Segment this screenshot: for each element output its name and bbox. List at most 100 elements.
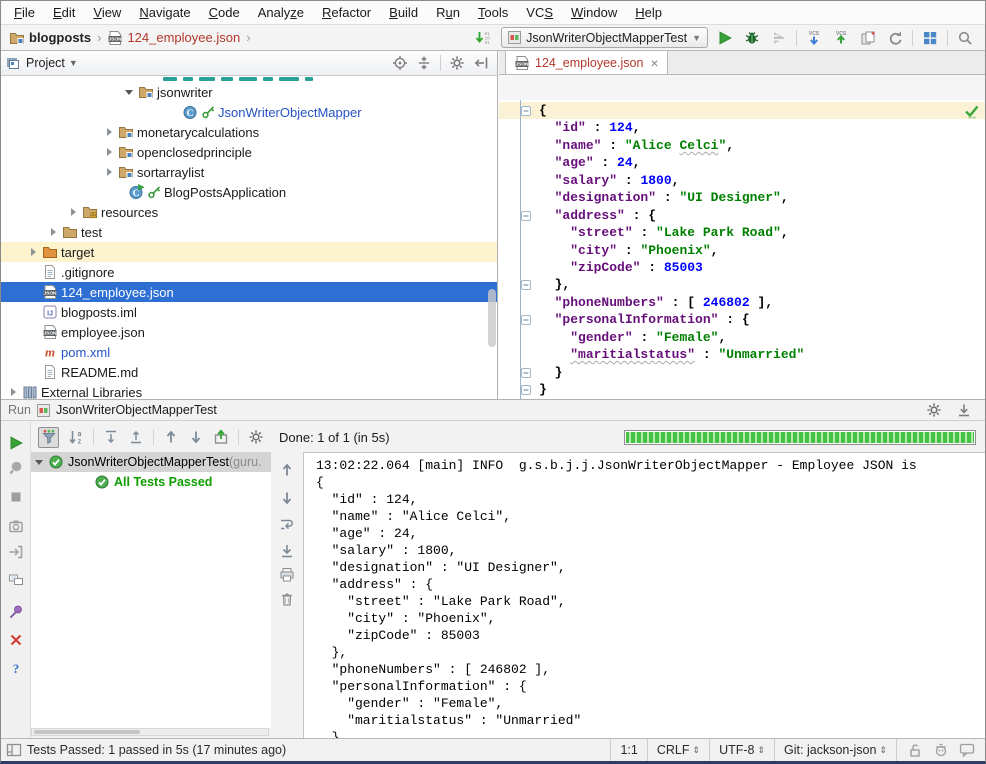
rerun-tests-button[interactable] bbox=[8, 435, 24, 451]
run-config-select[interactable]: JsonWriterObjectMapperTest ▼ bbox=[501, 27, 708, 48]
scroll-to-end-button[interactable] bbox=[279, 543, 295, 559]
locate-file-button[interactable] bbox=[392, 55, 408, 71]
git-branch-select[interactable]: Git: jackson-json⇕ bbox=[774, 739, 896, 761]
hide-panel-button[interactable] bbox=[956, 402, 972, 418]
menu-help[interactable]: Help bbox=[626, 1, 671, 24]
thread-dump-button[interactable] bbox=[8, 518, 24, 534]
code-line: "age" : 24, bbox=[499, 154, 985, 171]
tree-row-jsonwriter[interactable]: jsonwriter bbox=[1, 82, 497, 102]
print-button[interactable] bbox=[279, 567, 295, 583]
tree-row-external-libraries[interactable]: External Libraries bbox=[1, 382, 497, 399]
project-panel-header[interactable]: Project ▼ bbox=[1, 51, 497, 76]
fold-marker-icon[interactable] bbox=[521, 368, 531, 378]
expand-all-button[interactable] bbox=[103, 429, 119, 445]
menu-edit[interactable]: Edit bbox=[44, 1, 84, 24]
console-layout-button[interactable] bbox=[8, 572, 24, 588]
close-icon[interactable]: × bbox=[650, 57, 658, 69]
collapse-all-button[interactable] bbox=[416, 55, 432, 71]
menu-refactor[interactable]: Refactor bbox=[313, 1, 380, 24]
tree-row-pom-xml[interactable]: mpom.xml bbox=[1, 342, 497, 362]
console-line: "maritialstatus" : "Unmarried" bbox=[316, 712, 985, 729]
pin-tab-button[interactable] bbox=[8, 604, 24, 620]
menu-navigate[interactable]: Navigate bbox=[130, 1, 199, 24]
fold-marker-icon[interactable] bbox=[521, 280, 531, 290]
up-stacktrace-button[interactable] bbox=[279, 462, 295, 478]
menu-build[interactable]: Build bbox=[380, 1, 427, 24]
menu-file[interactable]: File bbox=[5, 1, 44, 24]
breadcrumb-item[interactable]: blogposts bbox=[9, 30, 91, 46]
event-log-bubble-icon[interactable] bbox=[959, 742, 975, 758]
next-occurrence-button[interactable] bbox=[188, 429, 204, 445]
tree-row-resources[interactable]: resources bbox=[1, 202, 497, 222]
filter-passed-toggle[interactable] bbox=[38, 427, 59, 448]
hide-project-panel-button[interactable] bbox=[473, 55, 489, 71]
rerun-failed-tests-button[interactable] bbox=[8, 460, 24, 476]
vcs-commit-button[interactable]: VCS bbox=[831, 28, 851, 48]
tree-row-monetarycalculations[interactable]: monetarycalculations bbox=[1, 122, 497, 142]
fold-marker-icon[interactable] bbox=[521, 385, 531, 395]
test-tree-hscrollbar[interactable] bbox=[31, 728, 269, 736]
collapse-all-tests-button[interactable] bbox=[128, 429, 144, 445]
vcs-update-button[interactable]: VCS bbox=[804, 28, 824, 48]
run-settings-gear[interactable] bbox=[926, 402, 942, 418]
coverage-button[interactable] bbox=[769, 28, 789, 48]
menu-window[interactable]: Window bbox=[562, 1, 626, 24]
fold-marker-icon[interactable] bbox=[521, 211, 531, 221]
window-grid-button[interactable] bbox=[920, 28, 940, 48]
tree-row-blogpostsapplication[interactable]: CBlogPostsApplication bbox=[1, 182, 497, 202]
breadcrumb-item[interactable]: JSON124_employee.json bbox=[107, 30, 240, 46]
rollback-button[interactable] bbox=[885, 28, 905, 48]
tree-row-124-employee-json[interactable]: JSON124_employee.json bbox=[1, 282, 497, 302]
test-console[interactable]: 13:02:22.064 [main] INFO g.s.b.j.j.JsonW… bbox=[303, 452, 985, 738]
project-scrollbar[interactable] bbox=[488, 289, 496, 347]
help-button[interactable]: ? bbox=[8, 660, 24, 676]
readonly-lock-icon[interactable] bbox=[907, 742, 923, 758]
line-separator-select[interactable]: CRLF⇕ bbox=[647, 739, 709, 761]
search-button[interactable] bbox=[955, 28, 975, 48]
tree-row-readme-md[interactable]: README.md bbox=[1, 362, 497, 382]
inspection-profile-icon[interactable] bbox=[933, 742, 949, 758]
tree-row-sortarraylist[interactable]: sortarraylist bbox=[1, 162, 497, 182]
tree-row-employee-json[interactable]: JSONemployee.json bbox=[1, 322, 497, 342]
close-button[interactable] bbox=[8, 632, 24, 648]
tree-row-openclosedprinciple[interactable]: openclosedprinciple bbox=[1, 142, 497, 162]
sort-alphabetically-button[interactable]: az bbox=[68, 429, 84, 445]
menu-code[interactable]: Code bbox=[200, 1, 249, 24]
run-button[interactable] bbox=[715, 28, 735, 48]
run-config-icon bbox=[508, 31, 521, 44]
down-stacktrace-button[interactable] bbox=[279, 490, 295, 506]
code-editor[interactable]: { "id" : 124, "name" : "Alice Celci", "a… bbox=[499, 100, 985, 399]
caret-position[interactable]: 1:1 bbox=[610, 739, 646, 761]
debug-button[interactable] bbox=[742, 28, 762, 48]
tree-row-blogposts-iml[interactable]: IJblogposts.iml bbox=[1, 302, 497, 322]
menu-analyze[interactable]: Analyze bbox=[249, 1, 313, 24]
menu-view[interactable]: View bbox=[84, 1, 130, 24]
previous-occurrence-button[interactable] bbox=[163, 429, 179, 445]
tree-row-test[interactable]: test bbox=[1, 222, 497, 242]
diff-button[interactable] bbox=[858, 28, 878, 48]
tree-row-gitignore[interactable]: .gitignore bbox=[1, 262, 497, 282]
project-settings-gear[interactable] bbox=[449, 55, 465, 71]
menu-vcs[interactable]: VCS bbox=[517, 1, 562, 24]
menu-run[interactable]: Run bbox=[427, 1, 469, 24]
fold-marker-icon[interactable] bbox=[521, 106, 531, 116]
menu-tools[interactable]: Tools bbox=[469, 1, 517, 24]
exit-button[interactable] bbox=[8, 544, 24, 560]
toolwindow-toggle-icon[interactable] bbox=[1, 742, 27, 758]
chevron-down-icon[interactable] bbox=[31, 454, 47, 470]
tree-row-jsonwriterobjectmapper[interactable]: CJsonWriterObjectMapper bbox=[1, 102, 497, 122]
clear-console-button[interactable] bbox=[279, 591, 295, 607]
run-panel-header[interactable]: Run JsonWriterObjectMapperTest bbox=[1, 400, 985, 421]
test-tree-result-row[interactable]: All Tests Passed bbox=[31, 472, 271, 492]
tree-row-label: employee.json bbox=[61, 325, 145, 340]
export-test-results-button[interactable] bbox=[213, 429, 229, 445]
binary-download-icon[interactable]: 011001 bbox=[474, 28, 494, 48]
tree-row-target[interactable]: target bbox=[1, 242, 497, 262]
soft-wrap-toggle[interactable] bbox=[279, 516, 295, 532]
fold-marker-icon[interactable] bbox=[521, 315, 531, 325]
test-settings-gear[interactable] bbox=[248, 429, 264, 445]
test-tree-root-row[interactable]: JsonWriterObjectMapperTest (guru. bbox=[31, 452, 271, 472]
stop-button[interactable] bbox=[8, 489, 24, 505]
editor-tab[interactable]: JSON 124_employee.json × bbox=[505, 50, 668, 74]
encoding-select[interactable]: UTF-8⇕ bbox=[709, 739, 774, 761]
